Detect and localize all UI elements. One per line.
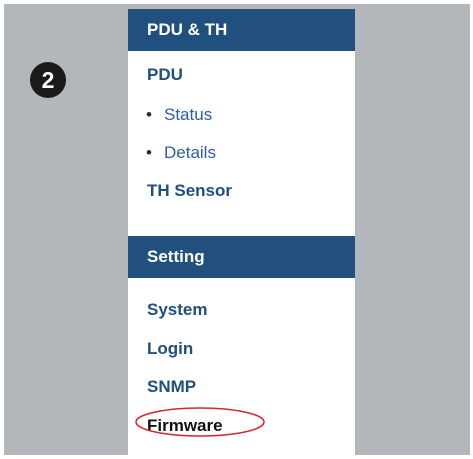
menu-link-th-sensor[interactable]: TH Sensor	[147, 181, 232, 201]
sidebar-menu: PDU & TH PDU • Status • Details TH Sensor …	[128, 9, 355, 455]
menu-link-pdu[interactable]: PDU	[147, 65, 183, 85]
menu-link-status[interactable]: • Status	[146, 105, 212, 125]
menu-link-details[interactable]: • Details	[146, 143, 216, 163]
menu-link-snmp[interactable]: SNMP	[147, 377, 196, 397]
highlight-ellipse-annotation	[135, 407, 265, 437]
section-header-pdu-th: PDU & TH	[128, 9, 355, 51]
bullet-icon: •	[146, 143, 152, 162]
menu-link-details-label: Details	[164, 143, 216, 162]
menu-link-login[interactable]: Login	[147, 339, 193, 359]
step-number-badge: 2	[30, 62, 66, 98]
menu-link-system[interactable]: System	[147, 300, 207, 320]
bullet-icon: •	[146, 105, 152, 124]
menu-link-status-label: Status	[164, 105, 213, 124]
section-header-setting: Setting	[128, 236, 355, 278]
